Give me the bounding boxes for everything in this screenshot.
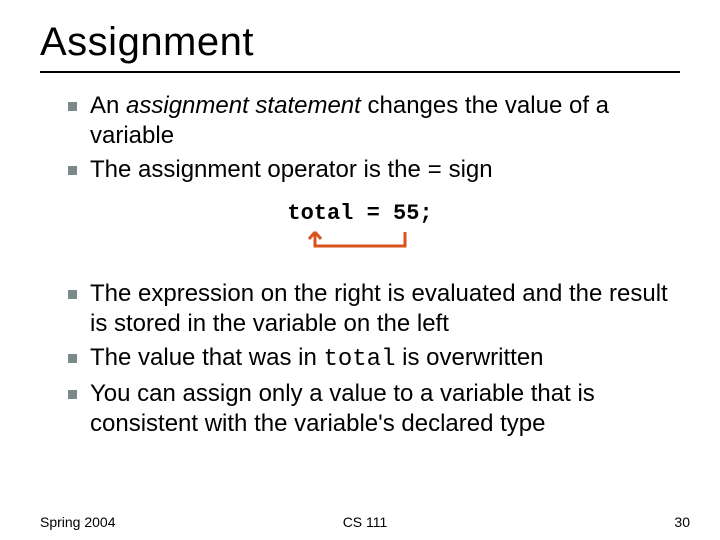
text: You can assign only a value to a variabl… (90, 380, 595, 437)
footer: Spring 2004 CS 111 30 (40, 514, 690, 530)
bullet-group-2: The expression on the right is evaluated… (40, 279, 680, 375)
bullet-group-1: An assignment statement changes the valu… (40, 91, 680, 187)
title-rule (40, 71, 680, 73)
code-inline: = (428, 158, 442, 185)
text: The assignment operator is the (90, 156, 428, 183)
text: The value that was in (90, 344, 323, 371)
bullet-item: An assignment statement changes the valu… (40, 91, 680, 151)
footer-center: CS 111 (40, 514, 690, 530)
emphasis: assignment statement (126, 92, 361, 119)
text: sign (442, 156, 493, 183)
text: is overwritten (395, 344, 543, 371)
bullet-group-3: You can assign only a value to a variabl… (40, 379, 680, 439)
bullet-item: The assignment operator is the = sign (40, 155, 680, 187)
assignment-arrow-icon (295, 228, 425, 256)
text: An (90, 92, 126, 119)
code-line: total = 55; (40, 201, 680, 226)
slide-title: Assignment (40, 20, 680, 65)
bullet-item: You can assign only a value to a variabl… (40, 379, 680, 439)
bullet-item: The expression on the right is evaluated… (40, 279, 680, 339)
text: The expression on the right is evaluated… (90, 280, 668, 337)
code-inline: total (323, 346, 395, 373)
arrow-diagram (40, 228, 680, 261)
slide: Assignment An assignment statement chang… (0, 0, 720, 540)
bullet-item: The value that was in total is overwritt… (40, 343, 680, 375)
